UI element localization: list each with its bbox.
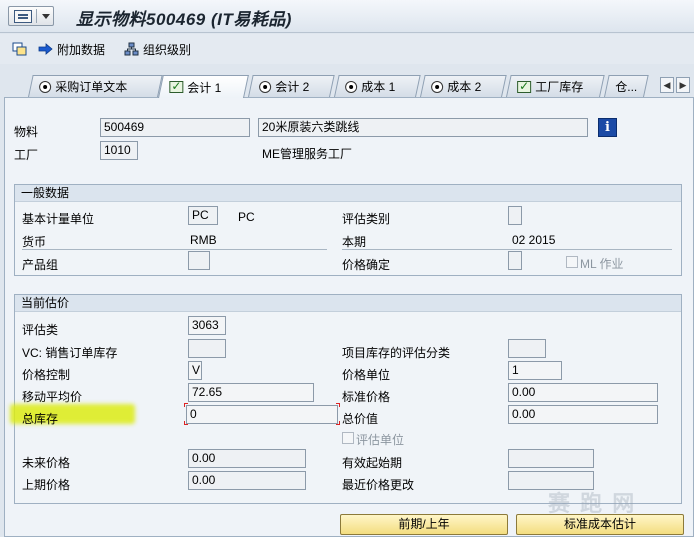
- tab-label: 会计 1: [187, 80, 222, 95]
- chevron-down-icon: [42, 14, 50, 19]
- tab-costing-1[interactable]: 成本 1: [334, 75, 421, 97]
- valid-from-label: 有效起始期: [342, 456, 403, 470]
- tab-accounting-1[interactable]: 会计 1: [158, 75, 249, 98]
- previous-price-label: 上期价格: [22, 478, 71, 492]
- price-control-field[interactable]: V: [188, 361, 202, 380]
- tab-costing-2[interactable]: 成本 2: [420, 75, 507, 97]
- project-stock-valuation-label: 项目库存的评估分类: [342, 346, 451, 360]
- tab-label: 成本 2: [447, 80, 482, 94]
- base-uom-field[interactable]: PC: [188, 206, 218, 225]
- display-screen-icon: [12, 42, 27, 56]
- menu-separator: [36, 9, 37, 23]
- standard-price-label: 标准价格: [342, 390, 391, 404]
- tab-label: 成本 1: [361, 80, 396, 94]
- org-structure-icon: [124, 42, 139, 56]
- total-stock-field[interactable]: 0: [186, 405, 338, 424]
- future-price-field[interactable]: 0.00: [188, 449, 306, 468]
- org-levels-label: 组织级别: [143, 42, 192, 57]
- tab-accounting-2[interactable]: 会计 2: [248, 75, 335, 97]
- tab-label: 仓...: [615, 80, 638, 94]
- window-title: 显示物料500469 (IT易耗品): [76, 10, 292, 29]
- system-menu-button[interactable]: [8, 6, 54, 26]
- tab-scroll-right-button[interactable]: ▶: [676, 77, 690, 93]
- check-icon: [169, 81, 184, 93]
- tab-plant-stock[interactable]: 工厂库存: [506, 75, 605, 97]
- valuated-unit-checkbox[interactable]: [342, 432, 354, 444]
- info-icon[interactable]: i: [598, 118, 617, 137]
- valuated-unit-label: 评估单位: [356, 433, 405, 447]
- future-price-label: 未来价格: [22, 456, 71, 470]
- tab-label: 会计 2: [275, 80, 310, 94]
- radio-icon: [345, 80, 358, 93]
- watermark-text: 赛 跑 网: [548, 491, 637, 516]
- org-levels-button[interactable]: 组织级别: [124, 40, 191, 58]
- base-uom-text: PC: [238, 210, 255, 224]
- tab-label: 采购订单文本: [55, 80, 128, 94]
- valuation-category-field[interactable]: [508, 206, 522, 225]
- price-control-label: 价格控制: [22, 368, 71, 382]
- application-toolbar: 附加数据 组织级别: [0, 34, 694, 64]
- currency-value: RMB: [190, 233, 217, 247]
- previous-period-year-button[interactable]: 前期/上年: [340, 514, 508, 535]
- previous-price-field[interactable]: 0.00: [188, 471, 306, 490]
- standard-price-field[interactable]: 0.00: [508, 383, 658, 402]
- focus-corner: [336, 403, 340, 407]
- project-stock-valuation-field[interactable]: [508, 339, 546, 358]
- currency-label: 货币: [22, 235, 47, 249]
- currency-row-divider: [22, 249, 327, 250]
- focus-corner: [184, 403, 188, 407]
- additional-data-label: 附加数据: [57, 42, 106, 57]
- focus-corner: [184, 421, 188, 425]
- plant-field[interactable]: 1010: [100, 141, 138, 160]
- price-determination-label: 价格确定: [342, 258, 391, 272]
- period-row-divider: [342, 249, 672, 250]
- additional-data-button[interactable]: 附加数据: [38, 40, 105, 58]
- price-unit-field[interactable]: 1: [508, 361, 562, 380]
- moving-average-price-label: 移动平均价: [22, 390, 83, 404]
- price-determination-field[interactable]: [508, 251, 522, 270]
- valuation-class-label: 评估类: [22, 323, 59, 337]
- radio-icon: [431, 80, 444, 93]
- product-group-field[interactable]: [188, 251, 210, 270]
- plant-label: 工厂: [14, 148, 39, 162]
- tab-purchase-order-text[interactable]: 采购订单文本: [28, 75, 163, 97]
- focus-corner: [336, 421, 340, 425]
- valuation-category-label: 评估类别: [342, 212, 391, 226]
- moving-average-price-field[interactable]: 72.65: [188, 383, 314, 402]
- material-description-field[interactable]: 20米原装六类跳线: [258, 118, 588, 137]
- current-period-value: 02 2015: [512, 233, 556, 247]
- base-uom-label: 基本计量单位: [22, 212, 95, 226]
- ml-act-checkbox[interactable]: [566, 256, 578, 268]
- tab-more[interactable]: 仓...: [604, 75, 649, 97]
- ml-act-label: ML 作业: [580, 257, 624, 271]
- plant-description: ME管理服务工厂: [262, 147, 353, 161]
- tab-strip: 采购订单文本 会计 1 会计 2 成本 1 成本 2 工厂库存 仓...: [0, 75, 694, 98]
- vc-sales-order-stock-label: VC: 销售订单库存: [22, 346, 118, 360]
- general-data-title: 一般数据: [15, 185, 681, 202]
- radio-icon: [39, 80, 52, 93]
- price-unit-label: 价格单位: [342, 368, 391, 382]
- total-value-label: 总价值: [342, 412, 379, 426]
- title-bar: 显示物料500469 (IT易耗品): [0, 0, 694, 33]
- vc-sales-order-stock-field[interactable]: [188, 339, 226, 358]
- current-valuation-title: 当前估价: [15, 295, 681, 312]
- menu-icon: [14, 10, 32, 23]
- valid-from-field[interactable]: [508, 449, 594, 468]
- current-period-label: 本期: [342, 235, 367, 249]
- total-value-field[interactable]: 0.00: [508, 405, 658, 424]
- valuation-class-field[interactable]: 3063: [188, 316, 226, 335]
- material-number-field[interactable]: 500469: [100, 118, 250, 137]
- total-stock-label: 总库存: [22, 412, 59, 426]
- toolbar-screen-icon-button[interactable]: [12, 40, 27, 58]
- tab-scroll-left-button[interactable]: ◀: [660, 77, 674, 93]
- radio-icon: [259, 80, 272, 93]
- tab-label: 工厂库存: [535, 80, 584, 94]
- material-label: 物料: [14, 125, 39, 139]
- product-group-label: 产品组: [22, 258, 59, 272]
- last-price-change-label: 最近价格更改: [342, 478, 415, 492]
- arrow-right-icon: [38, 43, 53, 55]
- check-icon: [517, 80, 532, 93]
